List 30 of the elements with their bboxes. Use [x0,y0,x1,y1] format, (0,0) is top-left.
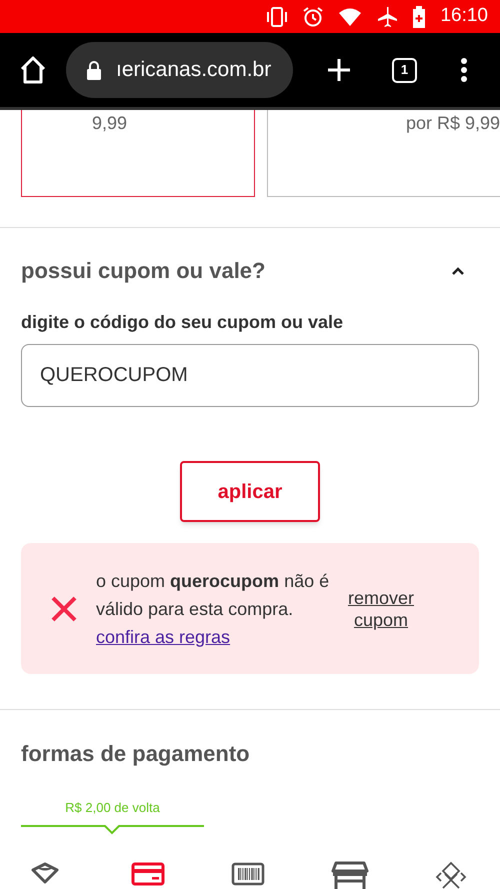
tab-count-button[interactable]: 1 [392,58,417,82]
cashback-text: R$ 2,00 de volta [65,799,160,817]
remove-coupon-link[interactable]: remover cupom [341,586,421,630]
clock-time: 16:10 [440,4,488,28]
battery-icon [412,6,426,28]
airplane-icon [376,6,398,28]
plus-icon[interactable] [326,57,352,83]
home-icon[interactable] [18,55,48,85]
error-message: o cupom querocupom não é válido para esta compra. [96,570,330,621]
field-label: digite o código do seu cupom ou vale [21,311,344,334]
wifi-icon [338,6,362,26]
more-icon[interactable] [460,57,468,83]
rules-link[interactable]: confira as regras [96,626,230,646]
error-x-icon [50,594,78,622]
apply-button[interactable]: aplicar [180,461,320,522]
alarm-icon [302,6,324,28]
store-icon[interactable] [331,860,369,889]
coupon-input[interactable]: QUEROCUPOM [21,344,479,407]
diamond-grid-icon[interactable] [435,860,469,889]
price-text: 9,99 [91,112,128,135]
lock-icon [86,60,102,80]
price-text: por R$ 9,99 [404,112,500,135]
offer-card[interactable]: 9,99 [21,110,255,197]
url-text: ıericanas.com.br [116,57,272,84]
section-title: formas de pagamento [21,740,251,768]
chevron-up-icon[interactable] [451,266,465,276]
section-title: possui cupom ou vale? [21,257,266,285]
offer-card[interactable]: por R$ 9,99 [266,110,500,197]
vibrate-icon [266,6,288,28]
address-bar[interactable]: ıericanas.com.br [66,42,293,98]
